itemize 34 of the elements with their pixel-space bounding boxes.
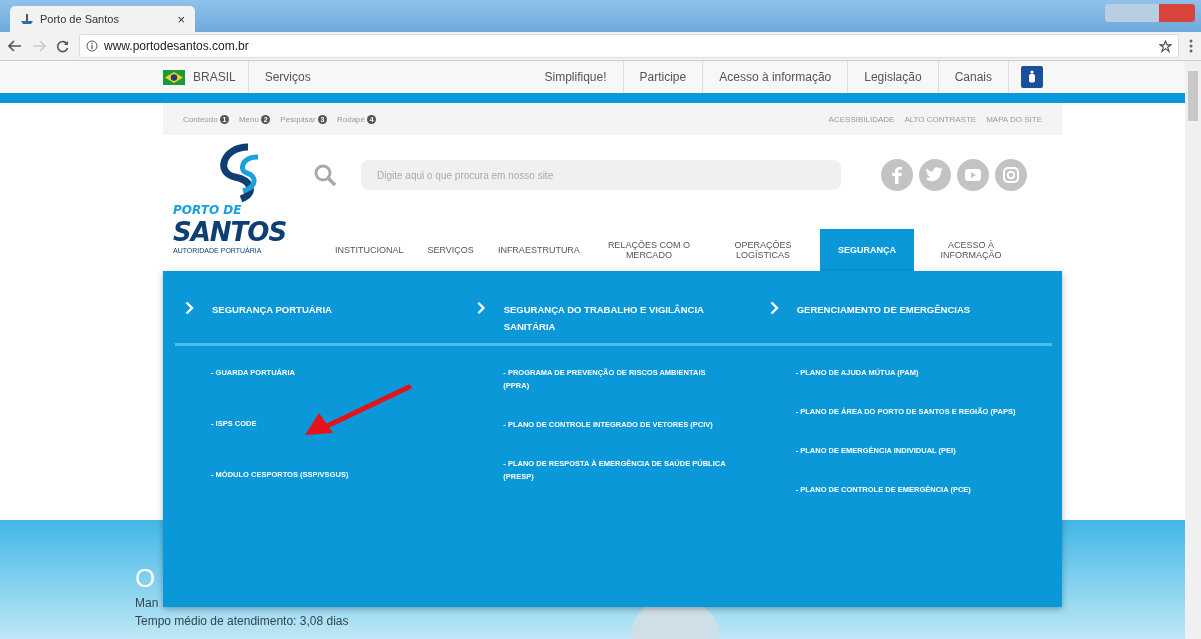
hero-heading: O [135, 562, 156, 594]
window-controls[interactable] [1105, 4, 1195, 22]
reload-icon[interactable] [56, 39, 69, 53]
gov-bar-link[interactable]: Serviços [248, 61, 327, 93]
accessibility-hand-icon[interactable] [1021, 66, 1043, 88]
youtube-icon[interactable] [957, 159, 989, 191]
bookmark-star-icon[interactable] [1159, 39, 1172, 53]
scrollbar[interactable] [1185, 61, 1201, 639]
search-icon[interactable] [313, 163, 337, 187]
tab-title: Porto de Santos [40, 13, 120, 25]
close-tab-button[interactable]: × [177, 11, 185, 27]
hero-text: Tempo médio de atendimento: 3,08 dias [135, 613, 349, 630]
flag-icon [163, 69, 185, 85]
chevron-right-icon [477, 301, 486, 315]
nav-menu-item[interactable]: SERVIÇOS [415, 229, 486, 271]
info-icon [86, 40, 98, 52]
nav-menu-item[interactable]: ACESSO À INFORMAÇÃO [913, 229, 1028, 271]
chevron-right-icon [185, 301, 194, 315]
nav-menu-item[interactable]: OPERAÇÕES LOGÍSTICAS [705, 229, 820, 271]
menu-icon[interactable] [1189, 39, 1193, 53]
back-icon[interactable] [8, 40, 22, 52]
nav-menu-item[interactable]: INFRAESTRUTURA [485, 229, 592, 271]
ship-icon [20, 13, 34, 25]
facebook-icon[interactable] [881, 159, 913, 191]
nav-menu-item[interactable]: RELAÇÕES COM O MERCADO [591, 229, 706, 271]
search-field[interactable]: Digite aqui o que procura em nosso site [361, 160, 841, 190]
nav-menu-item[interactable]: INSTITUCIONAL [323, 229, 416, 271]
browser-tab[interactable]: Porto de Santos × [10, 6, 195, 32]
forward-icon[interactable] [32, 40, 46, 52]
twitter-icon[interactable] [919, 159, 951, 191]
hero-text: Man [135, 595, 159, 612]
instagram-icon[interactable] [995, 159, 1027, 191]
address-bar[interactable]: www.portodesantos.com.br [79, 34, 1179, 58]
chevron-right-icon [769, 301, 779, 315]
